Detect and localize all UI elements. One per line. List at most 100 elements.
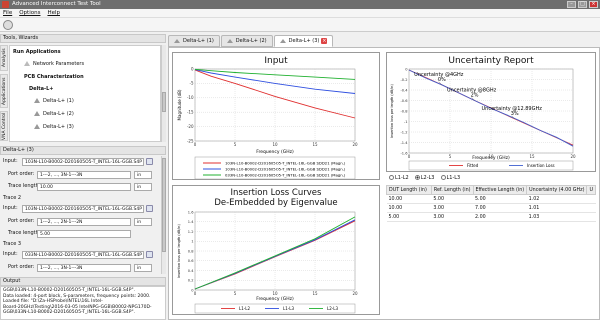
table-row[interactable]: 10.00 3.00 7.00 1.01 — [386, 203, 596, 213]
trace1-input-field[interactable]: 103N-L10-B0002-D201605O5-T_INTEL-16L-GGB… — [22, 158, 144, 166]
trace3-input-field[interactable]: 033N-L10-B0002-D201605O5-T_INTEL-16L-GGB… — [22, 251, 144, 259]
x-tick-label: 20 — [352, 142, 358, 147]
tree-item-delta-l-2[interactable]: Delta-L+ (2) — [34, 111, 74, 117]
x-tick-label: 10 — [272, 291, 278, 296]
il-chart-ylabel: Insertion loss per length (dB/in) — [177, 224, 181, 278]
menu-file[interactable]: File — [3, 9, 12, 17]
table-row[interactable]: 10.00 5.00 5.00 1.02 — [386, 194, 596, 204]
y-tick-label: -1.4 — [400, 141, 408, 145]
dut-table: DUT Length (in) Ref. Length (in) Effecti… — [386, 185, 596, 222]
il-chart-x-ticks: 0 5 10 15 20 — [194, 291, 358, 296]
uncertainty-chart-y-ticks: 0 -0.2 -0.4 -0.6 -0.8 -1 -1.2 -1.4 -1.6 — [400, 67, 408, 155]
x-tick-label: 0 — [194, 291, 197, 296]
dut-col-header[interactable]: Ref. Length (in) — [430, 185, 474, 195]
y-tick-label: 0.2 — [188, 279, 194, 283]
legend-label: 103N-L10-B0002-D201605O5-T_INTEL-16L-GGB… — [225, 160, 346, 165]
trace2-header: Trace 2 — [3, 195, 22, 201]
radio-l2-l3[interactable]: L2-L3 — [414, 174, 435, 182]
toolbar — [0, 18, 600, 32]
trace1-port-order-select[interactable]: 1---2, ..., 3N-1---3N — [37, 171, 131, 179]
input-chart-ylabel: Magnitude (dB) — [177, 89, 182, 120]
tools-panel-title: Tools, Wizards — [3, 35, 39, 41]
radio-l1-l3[interactable]: L1-L3 — [440, 174, 460, 182]
tree-item-delta-l-3[interactable]: Delta-L+ (3) — [34, 124, 74, 130]
table-cell[interactable]: 5.00 — [386, 212, 432, 222]
trace1-browse-icon[interactable] — [146, 158, 153, 165]
tab-vna-control[interactable]: VNA Control — [0, 111, 8, 141]
close-tab-icon[interactable]: × — [321, 38, 328, 44]
tree-item-delta-l-1[interactable]: Delta-L+ (1) — [34, 98, 74, 104]
config-panel-title: Delta-L+ (3) — [3, 147, 34, 153]
dut-col-header[interactable]: DUT Length (in) — [386, 185, 432, 195]
tree-item-pcb-characterization[interactable]: PCB Characterization — [24, 74, 84, 80]
trace2-port-order-label: Port order: — [8, 218, 35, 224]
x-tick-label: 15 — [312, 142, 318, 147]
dut-col-header[interactable]: Effective Length (in) — [472, 185, 528, 195]
dut-col-header[interactable]: Uncertainty (4.00 GHz) — [526, 185, 588, 195]
table-cell[interactable] — [586, 203, 596, 213]
trace2-unit-select[interactable]: in — [134, 218, 152, 226]
table-cell[interactable]: 3.00 — [431, 203, 473, 213]
triangle-icon — [226, 38, 233, 43]
y-tick-label: -0.4 — [400, 88, 408, 92]
config-scrollbar[interactable] — [161, 156, 166, 274]
trace3-port-order-select[interactable]: 1---2, ..., 3N-1---3N — [37, 264, 131, 272]
tree-item-network-parameters[interactable]: Network Parameters — [24, 61, 84, 67]
minimize-icon[interactable]: – — [567, 1, 576, 8]
legend-label: 103N-L10-B0002-D201605O5-T_INTEL-16L-GGB… — [225, 166, 346, 171]
config-scrollbar-thumb[interactable] — [162, 158, 166, 252]
input-chart-x-ticks: 0 5 10 15 20 — [194, 142, 358, 147]
window-title-bar: Advanced Interconnect Test Tool – □ × — [0, 0, 600, 9]
table-cell[interactable]: 2.00 — [473, 212, 527, 222]
trace3-unit-select[interactable]: in — [134, 264, 152, 272]
menu-options[interactable]: Options — [19, 9, 40, 17]
table-cell[interactable]: 1.03 — [526, 212, 587, 222]
trace2-port-order-select[interactable]: 1---2, ..., 2N-1---2N — [37, 218, 131, 226]
close-icon[interactable]: × — [589, 1, 598, 8]
tab-delta-l-3[interactable]: Delta-L+ (3) × — [273, 35, 334, 47]
y-tick-label: -0.2 — [400, 78, 407, 82]
menu-help[interactable]: Help — [47, 9, 60, 17]
dut-col-header[interactable]: U — [586, 185, 596, 195]
table-cell[interactable]: 1.02 — [526, 194, 587, 204]
radio-l1-l2[interactable]: L1-L2 — [389, 174, 409, 182]
trace1-length-input[interactable]: 10.00 — [37, 183, 131, 191]
tree-item-run-applications[interactable]: Run Applications — [13, 49, 61, 55]
table-cell[interactable]: 10.00 — [386, 194, 432, 204]
tab-applications[interactable]: Applications — [0, 74, 8, 108]
table-cell[interactable]: 5.00 — [431, 194, 473, 204]
radio-icon — [389, 175, 394, 180]
trace2-length-input[interactable]: 5.00 — [37, 230, 131, 238]
tab-analysis[interactable]: Analysis — [0, 45, 8, 71]
output-panel-header: Output — [0, 277, 166, 286]
trace2-browse-icon[interactable] — [146, 205, 153, 212]
y-tick-label: 0.4 — [188, 269, 194, 273]
run-icon[interactable] — [3, 20, 13, 30]
table-cell[interactable]: 5.00 — [473, 194, 527, 204]
tree-scrollbar[interactable] — [161, 45, 166, 142]
app-icon — [2, 1, 9, 8]
tree-item-delta-l-plus[interactable]: Delta-L+ — [29, 86, 53, 92]
il-chart: 0 5 10 15 20 0 0.2 0.4 0.6 0.8 1 1.2 1.4 1.6 Frequen… — [177, 210, 358, 314]
table-cell[interactable]: 1.01 — [526, 203, 587, 213]
table-cell[interactable]: 7.00 — [473, 203, 527, 213]
maximize-icon[interactable]: □ — [578, 1, 587, 8]
y-tick-label: 0.8 — [188, 249, 194, 253]
tab-delta-l-1[interactable]: Delta-L+ (1) — [168, 35, 220, 47]
y-tick-label: 0 — [191, 66, 194, 71]
table-cell[interactable]: 10.00 — [386, 203, 432, 213]
trace3-browse-icon[interactable] — [146, 251, 153, 258]
tree-scrollbar-thumb[interactable] — [162, 92, 166, 112]
table-cell[interactable] — [586, 212, 596, 222]
x-tick-label: 15 — [312, 291, 318, 296]
table-cell[interactable]: 3.00 — [431, 212, 473, 222]
trace1-length-unit-select[interactable]: in — [134, 183, 152, 191]
table-row[interactable]: 5.00 3.00 2.00 1.03 — [386, 212, 596, 222]
y-tick-label: 1.6 — [188, 210, 194, 214]
y-tick-label: -10 — [187, 95, 194, 100]
tab-delta-l-2[interactable]: Delta-L+ (2) — [220, 35, 273, 47]
table-cell[interactable] — [586, 194, 596, 204]
y-tick-label: 1.4 — [188, 220, 194, 224]
trace1-unit-select[interactable]: in — [134, 171, 152, 179]
trace2-input-field[interactable]: 103N-L10-B0002-D201605O5-T_INTEL-16L-GGB… — [22, 205, 144, 213]
